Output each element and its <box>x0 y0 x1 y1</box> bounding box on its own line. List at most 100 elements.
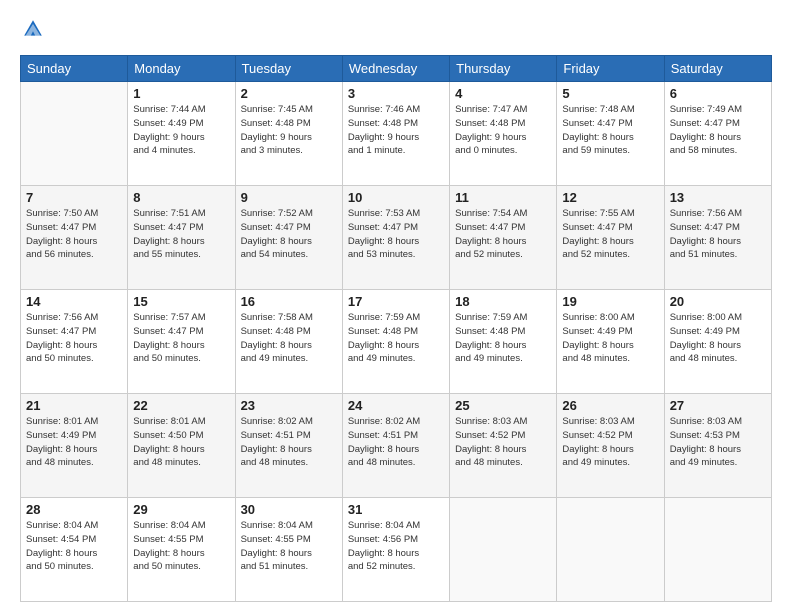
calendar-day-cell: 26 Sunrise: 8:03 AM Sunset: 4:52 PM Dayli… <box>557 394 664 498</box>
day-info: Sunrise: 7:59 AM Sunset: 4:48 PM Dayligh… <box>348 311 444 366</box>
calendar-col-header: Friday <box>557 56 664 82</box>
day-info: Sunrise: 7:51 AM Sunset: 4:47 PM Dayligh… <box>133 207 229 262</box>
day-number: 17 <box>348 294 444 309</box>
day-info: Sunrise: 7:47 AM Sunset: 4:48 PM Dayligh… <box>455 103 551 158</box>
calendar-day-cell: 3 Sunrise: 7:46 AM Sunset: 4:48 PM Daylig… <box>342 82 449 186</box>
calendar-day-cell: 18 Sunrise: 7:59 AM Sunset: 4:48 PM Dayli… <box>450 290 557 394</box>
calendar-day-cell: 14Sunrise: 7:56 AM Sunset: 4:47 PM Dayli… <box>21 290 128 394</box>
day-info: Sunrise: 7:52 AM Sunset: 4:47 PM Dayligh… <box>241 207 337 262</box>
day-info: Sunrise: 8:04 AM Sunset: 4:56 PM Dayligh… <box>348 519 444 574</box>
day-info: Sunrise: 8:04 AM Sunset: 4:55 PM Dayligh… <box>133 519 229 574</box>
day-info: Sunrise: 8:03 AM Sunset: 4:52 PM Dayligh… <box>455 415 551 470</box>
calendar-week-row: 28 Sunrise: 8:04 AM Sunset: 4:54 PM Dayli… <box>21 498 772 602</box>
day-number: 24 <box>348 398 444 413</box>
day-info: Sunrise: 8:03 AM Sunset: 4:52 PM Dayligh… <box>562 415 658 470</box>
calendar-day-cell: 22 Sunrise: 8:01 AM Sunset: 4:50 PM Dayli… <box>128 394 235 498</box>
calendar-day-cell <box>450 498 557 602</box>
day-info: Sunrise: 7:58 AM Sunset: 4:48 PM Dayligh… <box>241 311 337 366</box>
calendar-week-row: 1Sunrise: 7:44 AM Sunset: 4:49 PM Daylig… <box>21 82 772 186</box>
day-info: Sunrise: 8:02 AM Sunset: 4:51 PM Dayligh… <box>348 415 444 470</box>
calendar-day-cell: 4 Sunrise: 7:47 AM Sunset: 4:48 PM Daylig… <box>450 82 557 186</box>
calendar-day-cell: 9Sunrise: 7:52 AM Sunset: 4:47 PM Daylig… <box>235 186 342 290</box>
calendar-day-cell <box>557 498 664 602</box>
logo-icon <box>22 18 44 40</box>
day-number: 23 <box>241 398 337 413</box>
calendar-day-cell: 10 Sunrise: 7:53 AM Sunset: 4:47 PM Dayli… <box>342 186 449 290</box>
day-number: 6 <box>670 86 766 101</box>
day-number: 31 <box>348 502 444 517</box>
day-number: 22 <box>133 398 229 413</box>
calendar-day-cell: 15 Sunrise: 7:57 AM Sunset: 4:47 PM Dayli… <box>128 290 235 394</box>
calendar-day-cell: 24 Sunrise: 8:02 AM Sunset: 4:51 PM Dayli… <box>342 394 449 498</box>
day-number: 12 <box>562 190 658 205</box>
day-info: Sunrise: 8:04 AM Sunset: 4:55 PM Dayligh… <box>241 519 337 574</box>
calendar-day-cell: 11Sunrise: 7:54 AM Sunset: 4:47 PM Dayli… <box>450 186 557 290</box>
calendar-day-cell: 13Sunrise: 7:56 AM Sunset: 4:47 PM Dayli… <box>664 186 771 290</box>
calendar-day-cell: 25Sunrise: 8:03 AM Sunset: 4:52 PM Dayli… <box>450 394 557 498</box>
calendar-day-cell: 16Sunrise: 7:58 AM Sunset: 4:48 PM Dayli… <box>235 290 342 394</box>
day-info: Sunrise: 8:01 AM Sunset: 4:49 PM Dayligh… <box>26 415 122 470</box>
calendar-day-cell: 31 Sunrise: 8:04 AM Sunset: 4:56 PM Dayli… <box>342 498 449 602</box>
day-info: Sunrise: 7:50 AM Sunset: 4:47 PM Dayligh… <box>26 207 122 262</box>
calendar-day-cell: 8Sunrise: 7:51 AM Sunset: 4:47 PM Daylig… <box>128 186 235 290</box>
calendar-col-header: Sunday <box>21 56 128 82</box>
calendar-day-cell: 20 Sunrise: 8:00 AM Sunset: 4:49 PM Dayli… <box>664 290 771 394</box>
calendar-col-header: Thursday <box>450 56 557 82</box>
calendar-col-header: Saturday <box>664 56 771 82</box>
day-number: 15 <box>133 294 229 309</box>
calendar-day-cell: 7 Sunrise: 7:50 AM Sunset: 4:47 PM Daylig… <box>21 186 128 290</box>
day-number: 18 <box>455 294 551 309</box>
calendar-day-cell <box>664 498 771 602</box>
day-info: Sunrise: 7:46 AM Sunset: 4:48 PM Dayligh… <box>348 103 444 158</box>
day-info: Sunrise: 7:49 AM Sunset: 4:47 PM Dayligh… <box>670 103 766 158</box>
day-number: 4 <box>455 86 551 101</box>
day-info: Sunrise: 7:59 AM Sunset: 4:48 PM Dayligh… <box>455 311 551 366</box>
day-number: 30 <box>241 502 337 517</box>
day-number: 7 <box>26 190 122 205</box>
day-info: Sunrise: 8:00 AM Sunset: 4:49 PM Dayligh… <box>670 311 766 366</box>
day-number: 13 <box>670 190 766 205</box>
calendar-day-cell: 19Sunrise: 8:00 AM Sunset: 4:49 PM Dayli… <box>557 290 664 394</box>
calendar-day-cell: 28 Sunrise: 8:04 AM Sunset: 4:54 PM Dayli… <box>21 498 128 602</box>
day-info: Sunrise: 7:48 AM Sunset: 4:47 PM Dayligh… <box>562 103 658 158</box>
calendar-day-cell: 30 Sunrise: 8:04 AM Sunset: 4:55 PM Dayli… <box>235 498 342 602</box>
calendar-day-cell: 29Sunrise: 8:04 AM Sunset: 4:55 PM Dayli… <box>128 498 235 602</box>
day-number: 26 <box>562 398 658 413</box>
calendar-col-header: Tuesday <box>235 56 342 82</box>
day-info: Sunrise: 7:57 AM Sunset: 4:47 PM Dayligh… <box>133 311 229 366</box>
day-number: 1 <box>133 86 229 101</box>
day-info: Sunrise: 8:02 AM Sunset: 4:51 PM Dayligh… <box>241 415 337 470</box>
calendar-day-cell: 27Sunrise: 8:03 AM Sunset: 4:53 PM Dayli… <box>664 394 771 498</box>
calendar-day-cell: 1Sunrise: 7:44 AM Sunset: 4:49 PM Daylig… <box>128 82 235 186</box>
day-number: 5 <box>562 86 658 101</box>
day-number: 3 <box>348 86 444 101</box>
calendar-day-cell: 17 Sunrise: 7:59 AM Sunset: 4:48 PM Dayli… <box>342 290 449 394</box>
day-info: Sunrise: 8:03 AM Sunset: 4:53 PM Dayligh… <box>670 415 766 470</box>
calendar-week-row: 21Sunrise: 8:01 AM Sunset: 4:49 PM Dayli… <box>21 394 772 498</box>
day-number: 19 <box>562 294 658 309</box>
calendar-day-cell <box>21 82 128 186</box>
calendar-col-header: Monday <box>128 56 235 82</box>
calendar-day-cell: 12 Sunrise: 7:55 AM Sunset: 4:47 PM Dayli… <box>557 186 664 290</box>
page-header <box>20 18 772 45</box>
calendar-week-row: 14Sunrise: 7:56 AM Sunset: 4:47 PM Dayli… <box>21 290 772 394</box>
day-info: Sunrise: 7:54 AM Sunset: 4:47 PM Dayligh… <box>455 207 551 262</box>
day-number: 2 <box>241 86 337 101</box>
calendar-header-row: SundayMondayTuesdayWednesdayThursdayFrid… <box>21 56 772 82</box>
calendar-day-cell: 6 Sunrise: 7:49 AM Sunset: 4:47 PM Daylig… <box>664 82 771 186</box>
day-number: 20 <box>670 294 766 309</box>
day-info: Sunrise: 7:55 AM Sunset: 4:47 PM Dayligh… <box>562 207 658 262</box>
day-info: Sunrise: 7:45 AM Sunset: 4:48 PM Dayligh… <box>241 103 337 158</box>
calendar-table: SundayMondayTuesdayWednesdayThursdayFrid… <box>20 55 772 602</box>
calendar-col-header: Wednesday <box>342 56 449 82</box>
day-number: 28 <box>26 502 122 517</box>
calendar-day-cell: 5 Sunrise: 7:48 AM Sunset: 4:47 PM Daylig… <box>557 82 664 186</box>
day-info: Sunrise: 7:53 AM Sunset: 4:47 PM Dayligh… <box>348 207 444 262</box>
calendar-day-cell: 23 Sunrise: 8:02 AM Sunset: 4:51 PM Dayli… <box>235 394 342 498</box>
day-number: 10 <box>348 190 444 205</box>
logo <box>20 18 44 45</box>
day-info: Sunrise: 8:01 AM Sunset: 4:50 PM Dayligh… <box>133 415 229 470</box>
calendar-day-cell: 2 Sunrise: 7:45 AM Sunset: 4:48 PM Daylig… <box>235 82 342 186</box>
day-info: Sunrise: 8:04 AM Sunset: 4:54 PM Dayligh… <box>26 519 122 574</box>
calendar-day-cell: 21Sunrise: 8:01 AM Sunset: 4:49 PM Dayli… <box>21 394 128 498</box>
